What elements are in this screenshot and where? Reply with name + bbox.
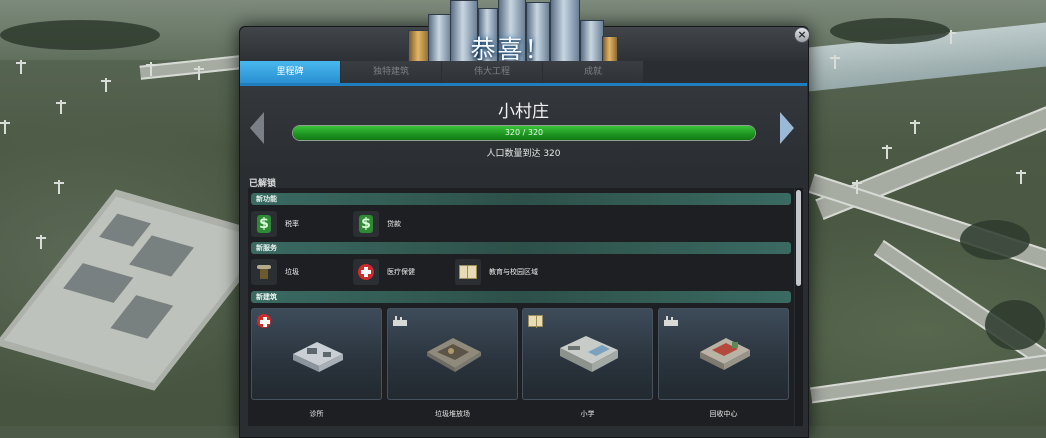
- close-button[interactable]: ×: [794, 27, 810, 43]
- progress-text: 320 / 320: [504, 128, 544, 137]
- medical-cross-icon: [257, 314, 271, 328]
- unlock-item-label: 垃圾: [285, 268, 299, 276]
- highway-road: [810, 352, 1046, 404]
- tab-unique-buildings[interactable]: 独特建筑: [341, 61, 441, 83]
- power-pylon: [946, 30, 956, 44]
- tab-achievements[interactable]: 成就: [543, 61, 643, 83]
- unlock-item-tax[interactable]: $ 税率: [251, 211, 299, 237]
- section-new-buildings: 新建筑: [251, 291, 791, 303]
- unlock-item-label: 教育与校园区域: [489, 268, 538, 276]
- previous-milestone-arrow-icon[interactable]: [250, 112, 264, 144]
- book-icon: [459, 265, 477, 279]
- book-icon: [527, 315, 543, 328]
- milestone-requirement: 人口数量到达 320: [486, 149, 561, 159]
- tree-cluster: [0, 20, 160, 50]
- next-milestone-arrow-icon[interactable]: [780, 112, 794, 144]
- power-pylon: [16, 60, 26, 74]
- factory-icon: [664, 316, 678, 326]
- power-pylon: [36, 235, 46, 249]
- unlock-item-label: 税率: [285, 220, 299, 228]
- power-pylon: [54, 180, 64, 194]
- factory-icon: [393, 316, 407, 326]
- unlock-item-label: 医疗保健: [387, 268, 415, 276]
- power-pylon: [194, 66, 204, 80]
- building-card-clinic[interactable]: [251, 308, 382, 400]
- building-card-elementary-school[interactable]: [522, 308, 653, 400]
- power-pylon: [830, 55, 840, 69]
- power-pylon: [146, 62, 156, 76]
- milestone-progress-bar: 320 / 320: [292, 125, 756, 141]
- building-card-label: 小学: [580, 410, 595, 418]
- school-model-image: [560, 336, 618, 372]
- tab-monuments[interactable]: 伟大工程: [442, 61, 542, 83]
- section-new-services: 新服务: [251, 242, 791, 254]
- unlock-item-education[interactable]: 教育与校园区域: [455, 259, 538, 285]
- recycling-center-model-image: [700, 338, 750, 370]
- dollar-icon: $: [359, 215, 373, 233]
- tree-cluster: [960, 220, 1030, 260]
- power-pylon: [910, 120, 920, 134]
- unlock-item-loans[interactable]: $ 贷款: [353, 211, 401, 237]
- tree-cluster: [830, 18, 950, 44]
- dollar-icon: $: [257, 215, 271, 233]
- building-card-landfill[interactable]: [387, 308, 518, 400]
- power-pylon: [0, 120, 10, 134]
- tab-bar: 里程碑 独特建筑 伟大工程 成就: [240, 61, 644, 83]
- power-pylon: [1016, 170, 1026, 184]
- building-card-recycling-center[interactable]: [658, 308, 789, 400]
- section-new-features: 新功能: [251, 193, 791, 205]
- unlock-item-garbage[interactable]: 垃圾: [251, 259, 299, 285]
- power-pylon: [852, 180, 862, 194]
- building-card-label: 回收中心: [709, 410, 738, 418]
- tree-cluster: [985, 300, 1045, 350]
- landfill-model-image: [427, 338, 481, 372]
- unlock-item-label: 贷款: [387, 220, 401, 228]
- building-card-label: 诊所: [309, 410, 324, 418]
- unlock-item-healthcare[interactable]: 医疗保健: [353, 259, 415, 285]
- medical-cross-icon: [358, 264, 374, 280]
- power-pylon: [882, 145, 892, 159]
- scrollbar-thumb[interactable]: [796, 190, 801, 286]
- power-pylon: [56, 100, 66, 114]
- trash-icon: [257, 265, 271, 279]
- tab-milestones[interactable]: 里程碑: [240, 61, 340, 83]
- industrial-site: [0, 189, 276, 391]
- milestone-name: 小村庄: [498, 102, 549, 122]
- building-card-label: 垃圾堆放场: [435, 410, 470, 418]
- clinic-model-image: [293, 342, 343, 372]
- power-pylon: [101, 78, 111, 92]
